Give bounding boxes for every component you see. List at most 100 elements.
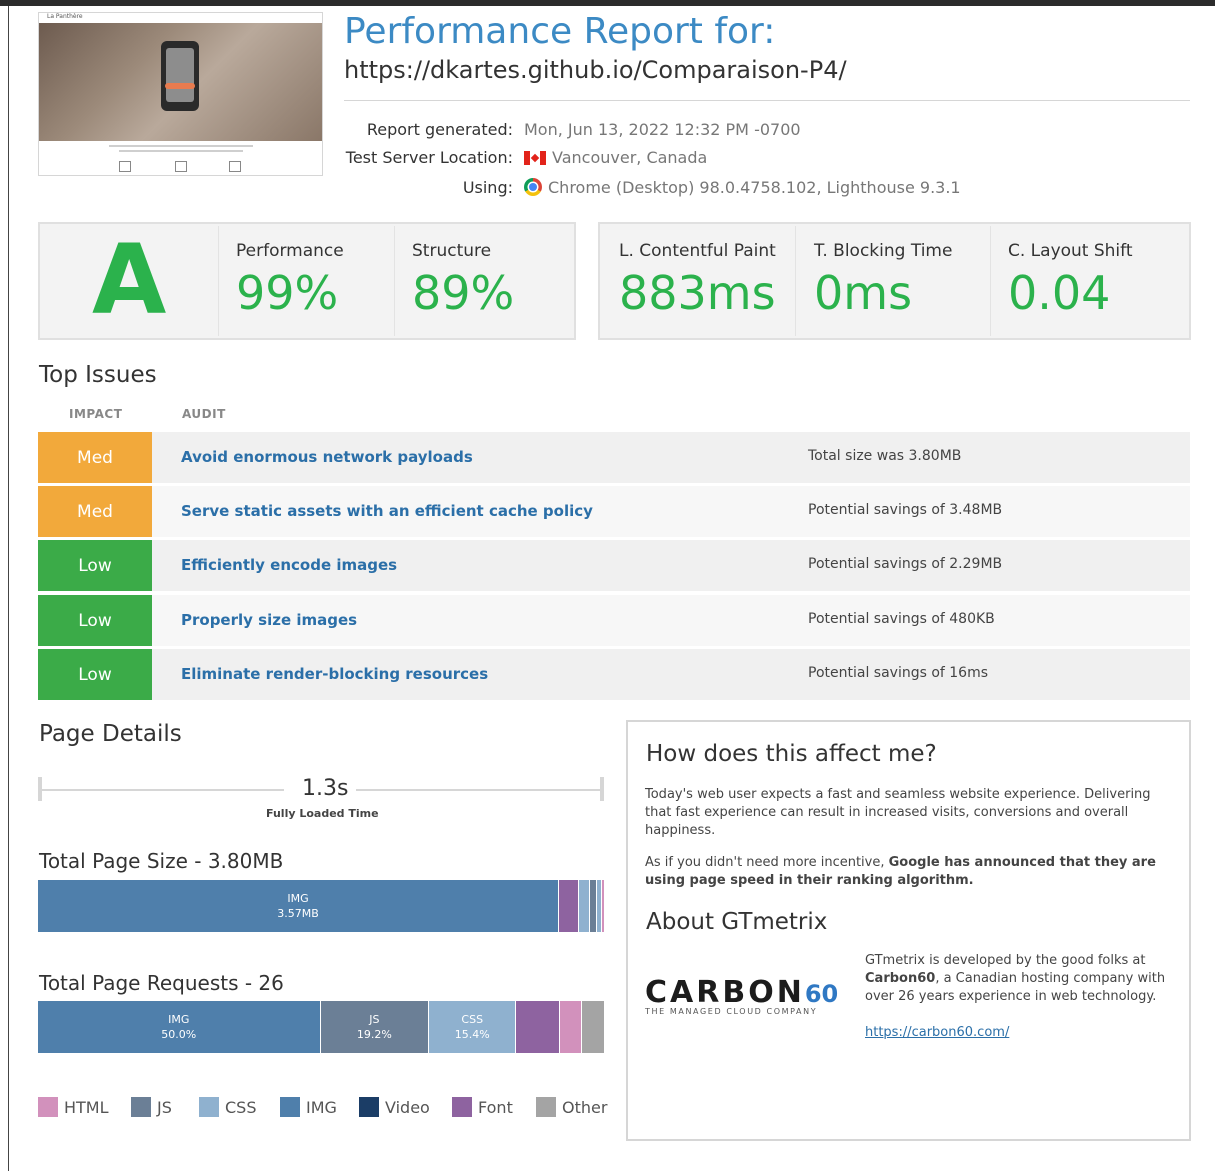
card-divider [795, 226, 796, 336]
size-segment-html [602, 880, 604, 932]
top-bar [0, 0, 1215, 6]
meta-value-using: Chrome (Desktop) 98.0.4758.102, Lighthou… [524, 178, 961, 197]
carbon60-tagline: THE MANAGED CLOUD COMPANY [645, 1007, 818, 1016]
audit-detail: Potential savings of 480KB [808, 611, 995, 627]
header-divider [344, 100, 1190, 101]
cls-label: C. Layout Shift [1008, 241, 1133, 261]
requests-segment-label: IMG [168, 1013, 190, 1026]
report-url[interactable]: https://dkartes.github.io/Comparaison-P4… [344, 56, 847, 84]
thumbnail-icon [175, 161, 187, 172]
lcp-label: L. Contentful Paint [619, 241, 776, 261]
requests-segment-label: CSS [461, 1013, 484, 1026]
requests-segment-label: JS [369, 1013, 380, 1026]
issue-row[interactable]: Low Properly size images Potential savin… [38, 595, 1190, 646]
legend-item-font: Font [452, 1097, 513, 1117]
structure-value: 89% [412, 266, 515, 320]
legend-item-js: JS [131, 1097, 172, 1117]
timeline-line [356, 789, 602, 791]
legend-item-other: Other [536, 1097, 607, 1117]
tbt-value: 0ms [814, 266, 913, 320]
meta-label-using: Using: [462, 178, 513, 197]
legend-swatch [38, 1097, 58, 1117]
page-size-bar: IMG 3.57MB [38, 880, 604, 932]
impact-badge: Low [38, 595, 152, 646]
legend-swatch [131, 1097, 151, 1117]
size-segment-img: IMG 3.57MB [38, 880, 559, 932]
card-divider [990, 226, 991, 336]
chrome-icon [524, 178, 542, 196]
thumbnail-cta [165, 83, 195, 89]
audit-link[interactable]: Properly size images [181, 611, 357, 629]
page-requests-heading: Total Page Requests - 26 [39, 971, 284, 995]
carbon60-link[interactable]: https://carbon60.com/ [865, 1025, 1009, 1040]
thumbnail-icon [229, 161, 241, 172]
audit-detail: Potential savings of 16ms [808, 665, 989, 681]
audit-link[interactable]: Serve static assets with an efficient ca… [181, 502, 593, 520]
legend-swatch [199, 1097, 219, 1117]
size-segment-label: IMG [287, 892, 309, 905]
meta-value-generated: Mon, Jun 13, 2022 12:32 PM -0700 [524, 120, 801, 139]
impact-badge: Low [38, 649, 152, 700]
requests-segment-value: 50.0% [161, 1028, 197, 1041]
issue-row[interactable]: Med Serve static assets with an efficien… [38, 486, 1190, 537]
page-edge [8, 6, 9, 1171]
issue-row[interactable]: Low Eliminate render-blocking resources … [38, 649, 1190, 700]
audit-link[interactable]: Avoid enormous network payloads [181, 448, 473, 466]
issue-row[interactable]: Med Avoid enormous network payloads Tota… [38, 432, 1190, 483]
thumbnail-text-line [109, 145, 253, 147]
thumbnail-nav: La Panthère [39, 13, 322, 23]
card-divider [394, 226, 395, 336]
requests-segment-other [582, 1001, 604, 1053]
top-issues-heading: Top Issues [39, 362, 157, 388]
meta-label-generated: Report generated: [366, 120, 513, 139]
audit-detail: Potential savings of 3.48MB [808, 502, 1003, 518]
canada-flag-icon [524, 151, 546, 165]
tbt-label: T. Blocking Time [814, 241, 953, 261]
about-paragraph: GTmetrix is developed by the good folks … [865, 953, 1166, 1004]
legend-item-html: HTML [38, 1097, 109, 1117]
gtmetrix-grade: A [92, 224, 167, 336]
fully-loaded-time-value: 1.3s [302, 776, 349, 801]
lcp-value: 883ms [619, 266, 776, 320]
size-segment-value: 3.57MB [277, 907, 319, 920]
legend-swatch [452, 1097, 472, 1117]
affect-paragraph: Today's web user expects a fast and seam… [645, 787, 1151, 838]
impact-badge: Med [38, 486, 152, 537]
timeline-end [600, 777, 604, 801]
legend-swatch [280, 1097, 300, 1117]
size-segment-js [590, 880, 597, 932]
cls-value: 0.04 [1008, 266, 1111, 320]
performance-label: Performance [236, 241, 344, 261]
affect-heading: How does this affect me? [646, 741, 937, 767]
thumbnail-phone-screen [166, 48, 194, 102]
audit-link[interactable]: Efficiently encode images [181, 556, 397, 574]
requests-segment-font [516, 1001, 561, 1053]
affect-paragraph-google: As if you didn't need more incentive, Go… [645, 855, 1156, 888]
size-segment-font [559, 880, 579, 932]
report-title: Performance Report for: [344, 11, 776, 52]
audit-column-header: AUDIT [182, 407, 226, 421]
legend-swatch [359, 1097, 379, 1117]
audit-detail: Total size was 3.80MB [808, 448, 962, 464]
about-heading: About GTmetrix [646, 909, 828, 935]
structure-label: Structure [412, 241, 492, 261]
thumbnail-icon [119, 161, 131, 172]
issue-row[interactable]: Low Efficiently encode images Potential … [38, 540, 1190, 591]
requests-segment-html [560, 1001, 583, 1053]
page-requests-bar: IMG 50.0% JS 19.2% CSS 15.4% [38, 1001, 604, 1053]
site-screenshot-thumbnail: La Panthère [38, 12, 323, 176]
legend-item-img: IMG [280, 1097, 337, 1117]
thumbnail-text-line [119, 150, 243, 152]
performance-value: 99% [236, 266, 339, 320]
meta-value-location: Vancouver, Canada [524, 148, 707, 167]
page-details-heading: Page Details [39, 721, 182, 747]
page-size-heading: Total Page Size - 3.80MB [39, 849, 284, 873]
requests-segment-js: JS 19.2% [320, 1001, 430, 1053]
requests-segment-value: 15.4% [454, 1028, 490, 1041]
size-segment-css [579, 880, 590, 932]
requests-segment-value: 19.2% [356, 1028, 392, 1041]
audit-link[interactable]: Eliminate render-blocking resources [181, 665, 488, 683]
legend-swatch [536, 1097, 556, 1117]
carbon60-logo: CARBON60 [645, 975, 839, 1010]
fully-loaded-time-label: Fully Loaded Time [266, 807, 379, 820]
